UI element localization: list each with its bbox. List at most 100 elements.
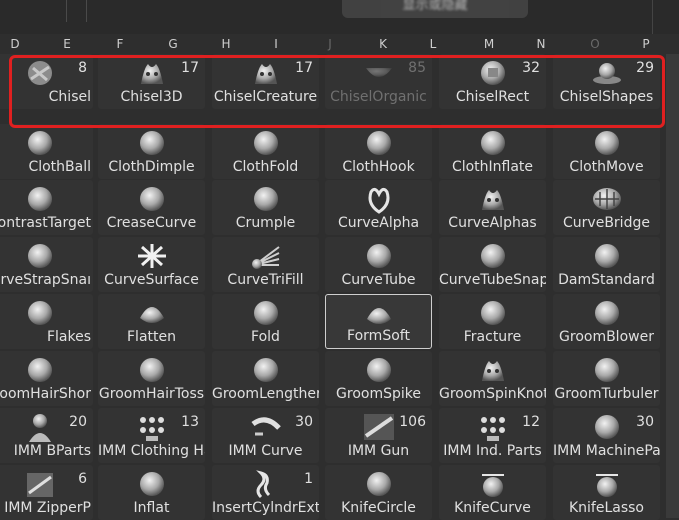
brush-knife-curve[interactable]: KnifeCurve (439, 465, 546, 520)
brush-count: 17 (295, 60, 313, 76)
curve-alphas-icon (476, 184, 510, 214)
brush-flatten[interactable]: Flatten (98, 294, 205, 349)
brush-fold[interactable]: Fold (212, 294, 319, 349)
brush-name: Chisel3D (120, 89, 183, 105)
brush-form-soft[interactable]: FormSoft (325, 294, 432, 349)
brush-name: CurveAlphas (448, 215, 537, 231)
brush-cloth-ball[interactable]: ClothBall (0, 124, 93, 179)
brush-count: 13 (181, 414, 199, 430)
brush-name: IMM MachinePa (553, 443, 660, 459)
brush-imm-curve[interactable]: IMM Curve 30 (212, 408, 319, 463)
brush-cloth-inflate[interactable]: ClothInflate (439, 124, 546, 179)
brush-curve-tube-snap[interactable]: CurveTubeSnap (439, 237, 546, 292)
brush-cloth-fold[interactable]: ClothFold (212, 124, 319, 179)
brush-name: ClothDimple (108, 159, 195, 175)
cloth-ball-icon (23, 128, 57, 158)
brush-dam-standard[interactable]: DamStandard (553, 237, 660, 292)
fracture-icon (476, 298, 510, 328)
brush-groom-hair-toss[interactable]: GroomHairToss (98, 351, 205, 406)
brush-curve-alpha[interactable]: CurveAlpha (325, 180, 432, 235)
curve-surface-icon (135, 241, 169, 271)
brush-cloth-move[interactable]: ClothMove (553, 124, 660, 179)
brush-imm-zipper[interactable]: IMM ZipperP 6 (0, 465, 93, 520)
brush-count: 1 (304, 471, 313, 487)
brush-count: 17 (181, 60, 199, 76)
brush-curve-strap-snap[interactable]: urveStrapSnaı (0, 237, 93, 292)
brush-imm-machine-parts[interactable]: IMM MachinePa 30 (553, 408, 660, 463)
brush-curve-tube[interactable]: CurveTube (325, 237, 432, 292)
brush-contrast-target[interactable]: ontrastTarget (0, 180, 93, 235)
brush-imm-gun[interactable]: IMM Gun 106 (325, 408, 432, 463)
column-letter-p: P (642, 37, 650, 51)
brush-fracture[interactable]: Fracture (439, 294, 546, 349)
brush-count: 30 (636, 414, 654, 430)
brush-chisel3d[interactable]: Chisel3D 17 (98, 54, 205, 109)
column-letter-j: J (328, 37, 332, 51)
column-letter-k: K (379, 37, 387, 51)
brush-curve-bridge[interactable]: CurveBridge (553, 180, 660, 235)
brush-name: ClothFold (232, 159, 299, 175)
brush-imm-clothing[interactable]: IMM Clothing Ha 13 (98, 408, 205, 463)
brush-name: Inflat (133, 500, 170, 516)
groom-lengthen-icon (249, 355, 283, 385)
chisel-organic-icon (362, 58, 396, 88)
brush-count: 85 (408, 60, 426, 76)
brush-name: ClothInflate (451, 159, 534, 175)
brush-name: Fracture (463, 329, 522, 345)
groom-spike-icon (362, 355, 396, 385)
brush-curve-alphas[interactable]: CurveAlphas (439, 180, 546, 235)
scrollbar[interactable] (666, 54, 679, 518)
brush-name: Flakes (46, 329, 91, 345)
brush-name: KnifeCurve (454, 500, 531, 516)
column-letter-l: L (429, 37, 437, 51)
curve-strap-snap-icon (23, 241, 57, 271)
column-letter-i: I (274, 37, 278, 51)
brush-knife-circle[interactable]: KnifeCircle (325, 465, 432, 520)
crumple-icon (249, 184, 283, 214)
insert-cylinder-icon (249, 469, 283, 499)
brush-count: 8 (78, 60, 87, 76)
brush-chisel-organic[interactable]: ChiselOrganic 85 (325, 54, 432, 109)
toolbar-divider (652, 0, 653, 34)
imm-clothing-icon (135, 412, 169, 442)
brush-groom-hair-short[interactable]: oomHairShor (0, 351, 93, 406)
brush-chisel-rect[interactable]: ChiselRect 32 (439, 54, 546, 109)
brush-knife-lasso[interactable]: KnifeLasso (553, 465, 660, 520)
brush-chisel-creature[interactable]: ChiselCreature 17 (212, 54, 319, 109)
brush-count: 29 (636, 60, 654, 76)
brush-chisel-shapes[interactable]: ChiselShapes 29 (553, 54, 660, 109)
brush-insert-cylinder[interactable]: InsertCylndrExt 1 (212, 465, 319, 520)
brush-groom-lengthen[interactable]: GroomLengther (212, 351, 319, 406)
brush-chisel[interactable]: Chisel 8 (0, 54, 93, 109)
brush-name: ClothHook (342, 159, 415, 175)
brush-imm-bparts[interactable]: IMM BParts 20 (0, 408, 93, 463)
brush-name: Chisel (48, 89, 91, 105)
brush-inflat[interactable]: Inflat (98, 465, 205, 520)
brush-curve-surface[interactable]: CurveSurface (98, 237, 205, 292)
brush-cloth-dimple[interactable]: ClothDimple (98, 124, 205, 179)
brush-crumple[interactable]: Crumple (212, 180, 319, 235)
groom-hair-short-icon (23, 355, 57, 385)
groom-blower-icon (590, 298, 624, 328)
flakes-icon (23, 298, 57, 328)
imm-machine-parts-icon (590, 412, 624, 442)
brush-crease-curve[interactable]: CreaseCurve (98, 180, 205, 235)
brush-name: CurveSurface (104, 272, 199, 288)
brush-curve-trifill[interactable]: CurveTriFill (212, 237, 319, 292)
brush-imm-ind-parts[interactable]: IMM Ind. Parts 12 (439, 408, 546, 463)
groom-spin-knot-icon (476, 355, 510, 385)
curve-tube-snap-icon (476, 241, 510, 271)
brush-flakes[interactable]: Flakes (0, 294, 93, 349)
flatten-icon (135, 298, 169, 328)
brush-groom-spin-knot[interactable]: GroomSpinKnot (439, 351, 546, 406)
brush-name: GroomHairToss (98, 386, 205, 402)
curve-trifill-icon (249, 241, 283, 271)
brush-name: CurveTubeSnap (439, 272, 546, 288)
imm-zipper-icon (23, 469, 57, 499)
brush-name: IMM BParts (13, 443, 91, 459)
brush-groom-spike[interactable]: GroomSpike (325, 351, 432, 406)
brush-groom-turbulence[interactable]: GroomTurbuler (553, 351, 660, 406)
column-letter-h: H (221, 37, 231, 51)
brush-groom-blower[interactable]: GroomBlower (553, 294, 660, 349)
brush-cloth-hook[interactable]: ClothHook (325, 124, 432, 179)
